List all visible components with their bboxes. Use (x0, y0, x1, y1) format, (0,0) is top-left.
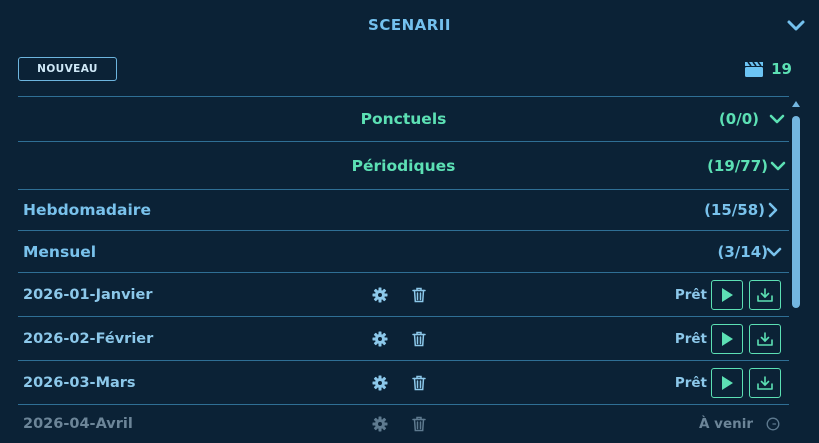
play-button[interactable] (711, 367, 743, 398)
gear-icon[interactable] (372, 416, 388, 432)
chevron-down-icon[interactable] (769, 111, 785, 127)
chevron-down-icon[interactable] (766, 244, 782, 260)
group-label: Mensuel (23, 242, 97, 261)
scenario-count: 19 (744, 60, 792, 78)
section-label: Périodiques (351, 156, 456, 175)
clapperboard-icon (745, 61, 764, 77)
download-icon (757, 331, 773, 346)
clock-icon (766, 417, 780, 431)
play-icon (722, 375, 733, 390)
group-mensuel[interactable]: Mensuel (3/14) (18, 230, 789, 272)
scenario-name: 2026-03-Mars (23, 374, 136, 391)
trash-icon[interactable] (412, 416, 426, 432)
section-label: Ponctuels (360, 110, 447, 128)
play-icon (722, 331, 733, 346)
scrollbar-thumb[interactable] (792, 116, 800, 308)
download-icon (757, 287, 773, 302)
scenario-row[interactable]: 2026-01-Janvier Prêt (18, 272, 789, 316)
group-count: (3/14) (717, 242, 768, 261)
scenario-count-value: 19 (771, 60, 792, 78)
scrollbar[interactable] (791, 100, 801, 443)
scenario-list: Ponctuels (0/0) Périodiques (19/77) Hebd… (18, 96, 789, 443)
gear-icon[interactable] (372, 331, 388, 347)
play-icon (722, 287, 733, 302)
gear-icon[interactable] (372, 375, 388, 391)
scenario-name: 2026-04-Avril (23, 416, 133, 432)
section-count: (0/0) (718, 110, 759, 128)
play-button[interactable] (711, 323, 743, 354)
chevron-down-icon[interactable] (770, 158, 786, 174)
play-button[interactable] (711, 279, 743, 310)
section-periodiques[interactable]: Périodiques (19/77) (18, 141, 789, 189)
group-hebdomadaire[interactable]: Hebdomadaire (15/58) (18, 189, 789, 230)
section-count: (19/77) (707, 156, 768, 175)
status-label: Prêt (674, 286, 707, 303)
new-scenario-button[interactable]: NOUVEAU (18, 57, 117, 81)
download-button[interactable] (749, 367, 781, 398)
chevron-right-icon[interactable] (765, 202, 781, 218)
status-label: À venir (699, 416, 753, 432)
chevron-down-icon[interactable] (785, 15, 807, 37)
scenario-row[interactable]: 2026-02-Février Prêt (18, 316, 789, 360)
status-label: Prêt (674, 330, 707, 347)
scenario-row[interactable]: 2026-04-Avril À venir (18, 404, 789, 443)
panel-title: SCENARII (368, 16, 451, 34)
scroll-up-icon[interactable] (791, 100, 801, 108)
group-count: (15/58) (704, 201, 765, 219)
trash-icon[interactable] (412, 287, 426, 303)
section-ponctuels[interactable]: Ponctuels (0/0) (18, 96, 789, 141)
trash-icon[interactable] (412, 331, 426, 347)
scenario-row[interactable]: 2026-03-Mars Prêt (18, 360, 789, 404)
download-button[interactable] (749, 323, 781, 354)
scenarii-panel: SCENARII NOUVEAU 19 Ponctuels (0/0) Péri… (0, 0, 819, 443)
group-label: Hebdomadaire (23, 201, 151, 219)
gear-icon[interactable] (372, 287, 388, 303)
download-button[interactable] (749, 279, 781, 310)
scenario-name: 2026-01-Janvier (23, 286, 153, 303)
status-label: Prêt (674, 374, 707, 391)
download-icon (757, 375, 773, 390)
scenario-name: 2026-02-Février (23, 330, 154, 347)
trash-icon[interactable] (412, 375, 426, 391)
